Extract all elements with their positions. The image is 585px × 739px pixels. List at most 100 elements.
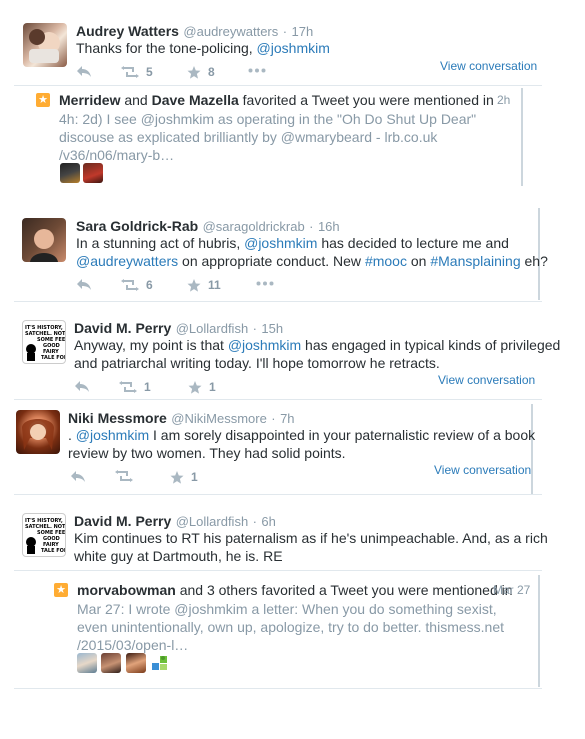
comic-avatar-image: IT'S HISTORY, SATCHEL. NOT SOME FEEL- GO… [25, 518, 65, 554]
mention-link[interactable]: @audreywatters [76, 253, 178, 269]
avatar-favoriter[interactable] [150, 653, 170, 673]
author-handle[interactable]: @saragoldrickrab [203, 219, 305, 234]
mention-link[interactable]: @joshmkim [76, 427, 149, 443]
tweet-actions: 1 [70, 470, 270, 484]
favorite-count: 8 [208, 65, 215, 79]
star-notification-icon: ★ [54, 583, 68, 597]
mention-link[interactable]: @joshmkim [257, 40, 330, 56]
tweet-text: . @joshmkim I am sorely disappointed in … [68, 426, 535, 462]
svg-text:TALE FOR: TALE FOR [41, 355, 65, 361]
author-handle[interactable]: @NikiMessmore [171, 411, 267, 426]
thread-line [521, 88, 523, 186]
avatar-image [30, 229, 58, 262]
separator-dot: · [271, 411, 276, 426]
notification-time: 2h [497, 93, 511, 107]
quoted-tweet[interactable]: Mar 27: I wrote @joshmkim a letter: When… [77, 600, 504, 654]
user-name-link[interactable]: Dave Mazella [152, 92, 239, 108]
more-button[interactable] [248, 68, 266, 73]
author-name[interactable]: Sara Goldrick-Rab [76, 218, 198, 234]
favorite-count: 1 [191, 470, 198, 484]
tweet-text-segment: Kim continues to RT his paternalism as i… [74, 530, 548, 546]
more-button[interactable] [256, 281, 274, 286]
author-name[interactable]: Niki Messmore [68, 410, 167, 426]
tweet-text-segment: has decided to lecture me and [317, 235, 509, 251]
retweet-icon [121, 279, 139, 291]
quote-line: discouse as explicated brilliantly by @w… [59, 129, 438, 145]
reply-icon [77, 279, 91, 290]
avatar[interactable] [23, 23, 67, 67]
tweet-text-segment: on appropriate conduct. New [178, 253, 365, 269]
tweet-timestamp[interactable]: 7h [280, 411, 294, 426]
retweet-button[interactable]: 1 [119, 380, 151, 394]
favorite-button[interactable]: 11 [187, 278, 221, 292]
tweet-timestamp[interactable]: 17h [292, 24, 314, 39]
author-handle[interactable]: @Lollardfish [176, 514, 248, 529]
reply-button[interactable] [70, 470, 86, 482]
tweet-text: Anyway, my point is that @joshmkim has e… [74, 336, 560, 372]
favorite-icon [187, 65, 201, 79]
reply-button[interactable] [76, 65, 92, 77]
reply-button[interactable] [74, 380, 90, 392]
avatar[interactable]: IT'S HISTORY, SATCHEL. NOT SOME FEEL- GO… [22, 320, 66, 364]
retweet-button[interactable] [115, 470, 133, 482]
author-name[interactable]: David M. Perry [74, 320, 171, 336]
author-name[interactable]: David M. Perry [74, 513, 171, 529]
tweet-actions: 6 11 [76, 278, 276, 292]
avatar-image [22, 419, 54, 450]
avatar-morvabowman[interactable] [77, 653, 97, 673]
retweet-count: 6 [146, 278, 153, 292]
author-handle[interactable]: @Lollardfish [176, 321, 248, 336]
notification-action-text: favorited a Tweet you were mentioned in [238, 92, 494, 108]
tweet-timestamp[interactable]: 15h [261, 321, 283, 336]
tweet-timestamp[interactable]: 6h [261, 514, 275, 529]
user-name-link[interactable]: morvabowman [77, 582, 176, 598]
tweet-text-segment: Thanks for the tone-policing, [76, 40, 257, 56]
tweet-text-segment: and patriarchal writing today. I'll hope… [74, 355, 440, 371]
favorite-icon [187, 278, 201, 292]
avatar[interactable]: IT'S HISTORY, SATCHEL. NOT SOME FEEL- GO… [22, 513, 66, 557]
divider [14, 399, 542, 400]
author-handle[interactable]: @audreywatters [183, 24, 278, 39]
separator-dot: · [252, 514, 257, 529]
favorite-button[interactable]: 1 [170, 470, 198, 484]
avatar-favoriter[interactable] [101, 653, 121, 673]
quote-line: even unintentionally, own up, apologize,… [77, 619, 504, 635]
retweet-icon [121, 66, 139, 78]
notification-title: Merridew and Dave Mazella favorited a Tw… [59, 92, 494, 108]
favorite-button[interactable]: 1 [188, 380, 216, 394]
view-conversation-link[interactable]: View conversation [440, 59, 537, 73]
quote-line: /v36/n06/mary-b… [59, 147, 175, 163]
view-conversation-link[interactable]: View conversation [434, 463, 531, 477]
retweet-button[interactable]: 5 [121, 65, 153, 79]
puzzle-avatar-image [152, 656, 167, 670]
avatar-dave-mazella[interactable] [83, 163, 103, 183]
reply-button[interactable] [76, 278, 92, 290]
divider [14, 570, 542, 571]
mention-link[interactable]: @joshmkim [244, 235, 317, 251]
comic-avatar-image: IT'S HISTORY, SATCHEL. NOT SOME FEEL- GO… [25, 325, 65, 361]
hashtag-link[interactable]: #Mansplaining [430, 253, 520, 269]
user-name-link[interactable]: Merridew [59, 92, 120, 108]
tweet-text-segment: eh? [520, 253, 548, 269]
reply-icon [75, 381, 89, 392]
svg-text:TALE FOR: TALE FOR [41, 548, 65, 554]
tweet-text-segment: on [406, 253, 431, 269]
hashtag-link[interactable]: #mooc [365, 253, 407, 269]
avatar-image [29, 29, 60, 63]
avatar-favoriter[interactable] [126, 653, 146, 673]
retweet-count: 5 [146, 65, 153, 79]
author-name[interactable]: Audrey Watters [76, 23, 179, 39]
avatar-merridew[interactable] [60, 163, 80, 183]
favorite-count: 1 [209, 380, 216, 394]
reply-icon [77, 66, 91, 77]
avatar[interactable] [16, 410, 60, 454]
quoted-tweet[interactable]: 4h: 2d) I see @joshmkim as operating in … [59, 110, 499, 164]
retweet-button[interactable]: 6 [121, 278, 153, 292]
favorite-button[interactable]: 8 [187, 65, 215, 79]
view-conversation-link[interactable]: View conversation [438, 373, 535, 387]
avatar[interactable] [22, 218, 66, 262]
retweet-icon [119, 381, 137, 393]
tweet-timestamp[interactable]: 16h [318, 219, 340, 234]
mention-link[interactable]: @joshmkim [228, 337, 301, 353]
retweet-icon [115, 470, 133, 482]
